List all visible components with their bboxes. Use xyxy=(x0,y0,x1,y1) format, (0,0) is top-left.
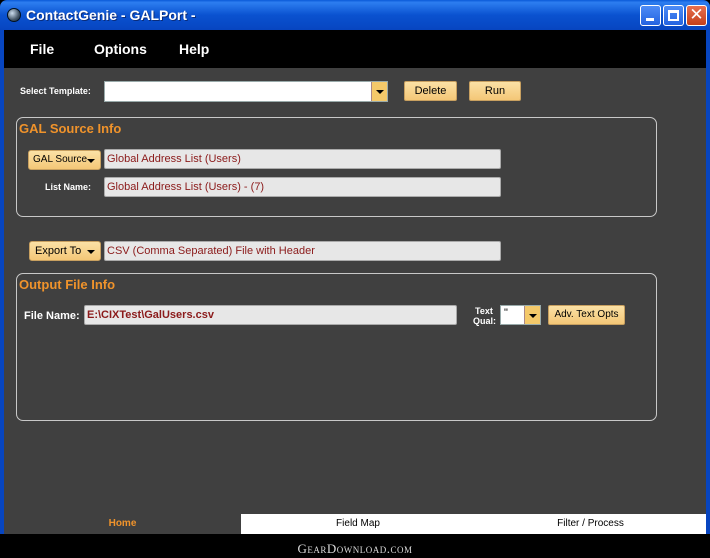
gal-source-dropdown-label: GAL Source xyxy=(33,154,88,165)
file-name-label: File Name: xyxy=(24,310,80,322)
chevron-down-icon[interactable] xyxy=(371,82,387,101)
file-name-field[interactable]: E:\CIXTest\GalUsers.csv xyxy=(84,305,457,325)
gal-source-field[interactable]: Global Address List (Users) xyxy=(104,149,501,169)
export-to-dropdown-label: Export To xyxy=(35,245,82,257)
gal-source-title: GAL Source Info xyxy=(19,121,126,136)
chevron-down-icon xyxy=(87,159,95,163)
text-qual-select[interactable]: " xyxy=(500,305,541,325)
adv-text-opts-button[interactable]: Adv. Text Opts xyxy=(548,305,625,325)
output-file-group xyxy=(16,273,657,421)
menu-help[interactable]: Help xyxy=(179,41,209,57)
bottom-tabs: Home Field Map Filter / Process xyxy=(4,514,706,534)
maximize-button[interactable] xyxy=(663,5,684,26)
text-qual-label-1: Text xyxy=(475,306,493,316)
window-border-right xyxy=(706,30,710,534)
title-bar: ContactGenie - GALPort - ✕ xyxy=(0,0,710,30)
window-title: ContactGenie - GALPort - xyxy=(26,7,196,23)
close-icon: ✕ xyxy=(689,5,704,25)
app-icon xyxy=(7,8,21,22)
chevron-down-icon[interactable] xyxy=(524,306,540,324)
template-select[interactable] xyxy=(104,81,388,102)
chevron-down-icon xyxy=(87,250,95,254)
list-name-label: List Name: xyxy=(45,182,92,192)
maximize-icon xyxy=(668,10,679,21)
menu-options[interactable]: Options xyxy=(94,41,147,57)
text-qual-label-2: Qual: xyxy=(473,316,497,326)
minimize-icon xyxy=(646,18,654,21)
menu-bar: File Options Help xyxy=(4,30,706,68)
tab-home[interactable]: Home xyxy=(4,514,241,534)
list-name-field[interactable]: Global Address List (Users) - (7) xyxy=(104,177,501,197)
footer: GearDownload.com xyxy=(0,534,710,558)
tab-field-map[interactable]: Field Map xyxy=(241,514,475,534)
tab-filter-process[interactable]: Filter / Process xyxy=(475,514,706,534)
export-to-field[interactable]: CSV (Comma Separated) File with Header xyxy=(104,241,501,261)
run-button[interactable]: Run xyxy=(469,81,521,101)
gal-source-dropdown[interactable]: GAL Source xyxy=(28,150,101,170)
output-file-title: Output File Info xyxy=(19,277,120,292)
minimize-button[interactable] xyxy=(640,5,661,26)
select-template-label: Select Template: xyxy=(20,86,91,96)
text-qual-value: " xyxy=(504,307,508,319)
export-to-dropdown[interactable]: Export To xyxy=(29,241,101,261)
menu-file[interactable]: File xyxy=(30,41,54,57)
main-panel: Select Template: Delete Run GAL Source I… xyxy=(4,68,706,514)
watermark: GearDownload.com xyxy=(297,541,413,556)
close-button[interactable]: ✕ xyxy=(686,5,707,26)
delete-button[interactable]: Delete xyxy=(404,81,457,101)
